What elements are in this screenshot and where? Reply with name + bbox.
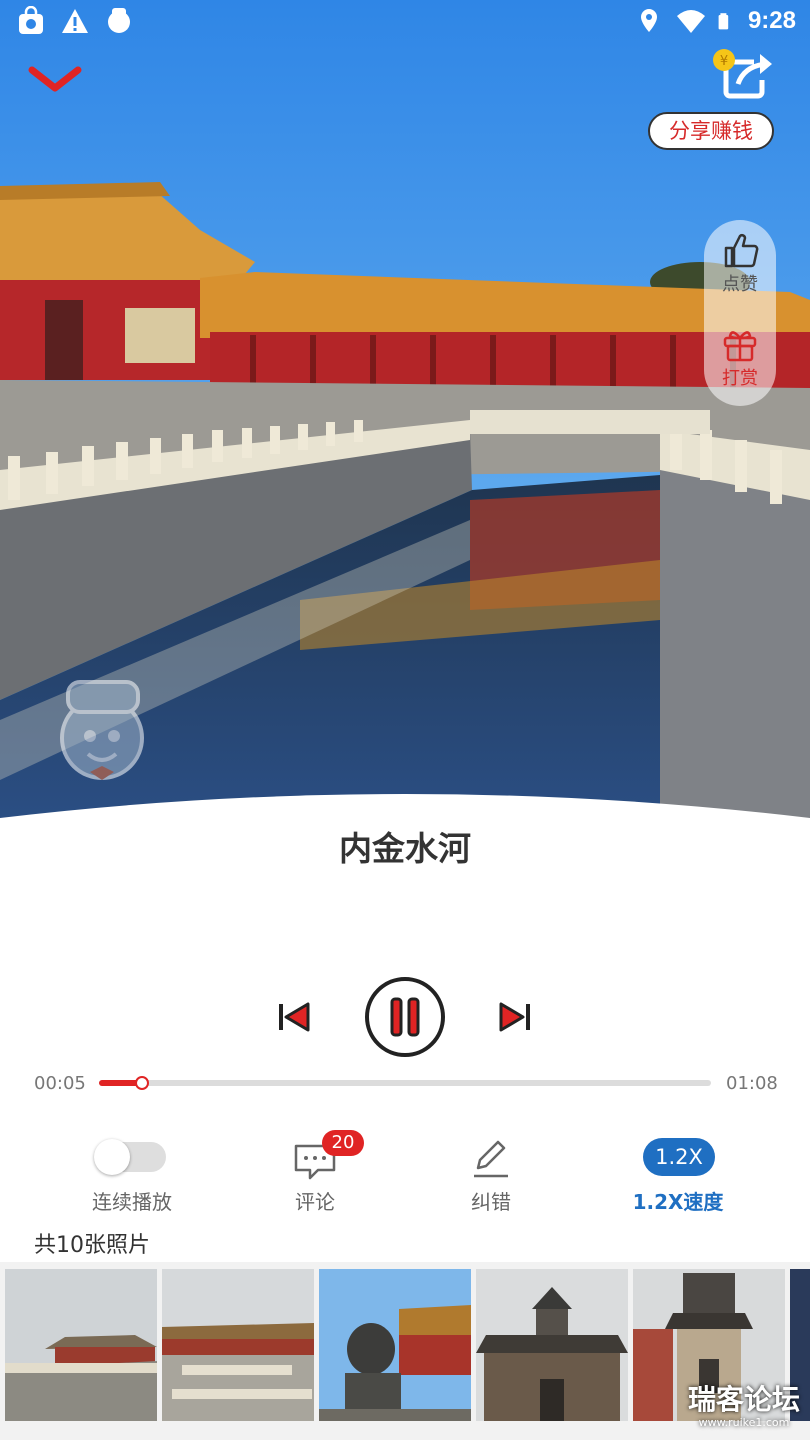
mascot-icon (108, 8, 130, 33)
watermark-name: 瑞客论坛 (687, 1383, 800, 1416)
photo-thumbnail[interactable] (319, 1269, 471, 1421)
status-bar: 9:28 (0, 0, 810, 44)
total-time: 01:08 (726, 1073, 778, 1094)
toggle-switch[interactable] (94, 1139, 166, 1175)
cover-photo: 9:28 ¥ 分享赚钱 点赞 打赏 (0, 0, 810, 830)
photo-3 (319, 1269, 471, 1421)
current-time: 00:05 (34, 1073, 86, 1094)
correction-button[interactable]: 纠错 (416, 1136, 566, 1215)
continuous-play-label: 连续播放 (92, 1190, 172, 1214)
speed-value-badge: 1.2X (643, 1138, 715, 1176)
side-action-pill: 点赞 打赏 (704, 220, 776, 406)
location-icon (640, 9, 657, 32)
share-earn-label[interactable]: 分享赚钱 (648, 112, 774, 150)
photo-thumbnail[interactable] (476, 1269, 628, 1421)
comment-button[interactable]: 20 评论 (240, 1130, 390, 1215)
mascot-watermark-icon (60, 680, 144, 780)
warning-icon (62, 9, 88, 33)
playback-speed-button[interactable]: 1.2X 1.2X速度 (603, 1136, 753, 1215)
track-title: 内金水河 (339, 829, 471, 868)
reward-button[interactable]: 打赏 (704, 324, 776, 390)
forum-watermark: 瑞客论坛 www.ruike1.com (684, 1384, 804, 1434)
store-icon (19, 6, 43, 34)
previous-track-button[interactable] (276, 998, 312, 1036)
clock: 9:28 (747, 7, 796, 34)
svg-text:¥: ¥ (720, 54, 728, 69)
photo-1 (5, 1269, 157, 1421)
photo-thumbnail[interactable] (5, 1269, 157, 1421)
progress-slider[interactable] (99, 1076, 711, 1090)
correction-label: 纠错 (471, 1190, 511, 1214)
wifi-icon (676, 10, 705, 33)
comment-count-badge: 20 (322, 1130, 364, 1156)
pause-button[interactable] (364, 976, 446, 1058)
battery-icon (718, 13, 729, 30)
photo-count-label: 共10张照片 (34, 1233, 150, 1258)
progress-thumb[interactable] (134, 1076, 149, 1090)
watermark-url: www.ruike1.com (698, 1416, 790, 1429)
toggle-knob (94, 1139, 130, 1175)
thumbs-up-icon (724, 234, 759, 268)
like-button[interactable]: 点赞 (704, 230, 776, 296)
reward-label: 打赏 (722, 368, 758, 389)
photo-thumbnail[interactable] (162, 1269, 314, 1421)
gift-icon (723, 331, 757, 362)
share-coin-icon[interactable]: ¥ (710, 48, 774, 100)
continuous-play-toggle[interactable]: 连续播放 (57, 1136, 207, 1215)
speed-label: 1.2X速度 (632, 1190, 724, 1214)
photo-2 (162, 1269, 314, 1421)
next-track-button[interactable] (497, 998, 533, 1036)
pencil-icon (474, 1140, 508, 1178)
chevron-down-icon[interactable] (26, 62, 84, 98)
like-label: 点赞 (722, 274, 758, 295)
photo-4 (476, 1269, 628, 1421)
comment-label: 评论 (295, 1190, 335, 1214)
